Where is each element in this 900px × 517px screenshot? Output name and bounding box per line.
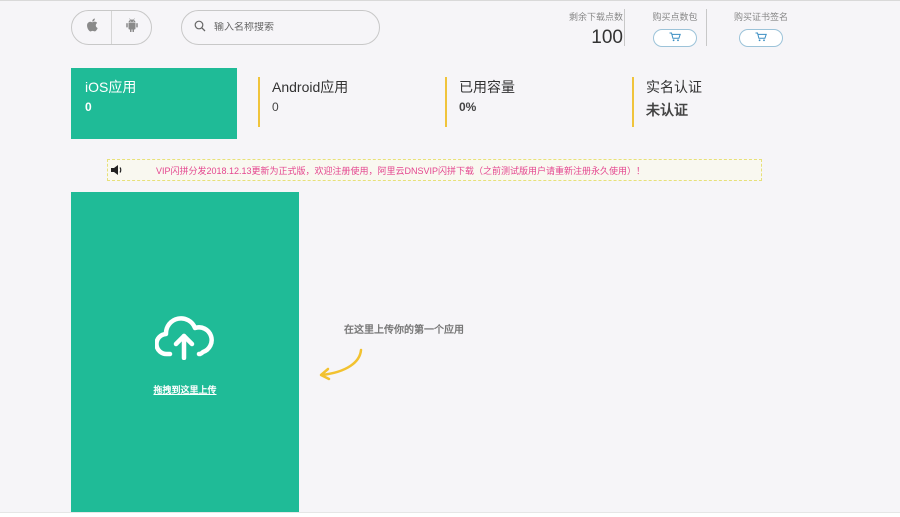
page: 剩余下载点数 100 购买点数包 购买证书签名 <box>0 0 900 517</box>
card-accent <box>258 77 260 127</box>
speaker-icon <box>110 163 124 177</box>
buy-cert-label: 购买证书签名 <box>733 12 788 22</box>
divider <box>624 9 625 46</box>
card-storage-used: 已用容量 0% <box>445 68 615 139</box>
card-value: 0% <box>459 100 477 114</box>
card-accent <box>632 77 634 127</box>
cloud-upload-icon <box>154 314 215 365</box>
buy-cert-button[interactable] <box>739 29 783 47</box>
card-title: 已用容量 <box>459 79 515 95</box>
card-value: 未认证 <box>646 102 688 118</box>
card-title: iOS应用 <box>85 79 137 95</box>
notice-bar: VIP闪拼分发2018.12.13更新为正式版，欢迎注册使用，阿里云DNSVIP… <box>107 159 762 181</box>
card-ios-apps[interactable]: iOS应用 0 <box>71 68 237 139</box>
android-platform-button[interactable] <box>111 11 151 44</box>
remaining-points: 剩余下载点数 100 <box>548 10 623 49</box>
card-value: 0 <box>272 100 279 114</box>
buy-cert: 购买证书签名 <box>725 10 797 47</box>
buy-points-button[interactable] <box>653 29 697 47</box>
card-title: 实名认证 <box>646 79 702 95</box>
card-value: 0 <box>85 100 92 114</box>
search-box <box>181 10 380 45</box>
card-title: Android应用 <box>272 79 349 95</box>
apple-platform-button[interactable] <box>72 11 111 44</box>
upload-label: 拖拽到这里上传 <box>153 385 217 395</box>
search-icon <box>194 19 206 37</box>
buy-points: 购买点数包 <box>640 10 710 47</box>
notice-text: VIP闪拼分发2018.12.13更新为正式版，欢迎注册使用，阿里云DNSVIP… <box>156 165 646 176</box>
curved-arrow-icon <box>314 347 366 386</box>
cart-icon <box>755 29 767 47</box>
apple-icon <box>86 18 98 37</box>
upload-hint: 在这里上传你的第一个应用 <box>344 325 464 336</box>
upload-dropzone[interactable]: 拖拽到这里上传 <box>71 192 299 517</box>
platform-toggle <box>71 10 152 45</box>
android-icon <box>125 18 138 37</box>
cart-icon <box>669 29 681 47</box>
bottom-bar <box>0 512 900 517</box>
divider <box>706 9 707 46</box>
points-value: 100 <box>591 27 623 48</box>
points-label: 剩余下载点数 <box>568 12 623 22</box>
buy-points-label: 购买点数包 <box>652 12 698 22</box>
card-accent <box>445 77 447 127</box>
card-real-name-verification[interactable]: 实名认证 未认证 <box>632 68 802 139</box>
search-input[interactable] <box>214 22 364 33</box>
card-android-apps[interactable]: Android应用 0 <box>258 68 428 139</box>
